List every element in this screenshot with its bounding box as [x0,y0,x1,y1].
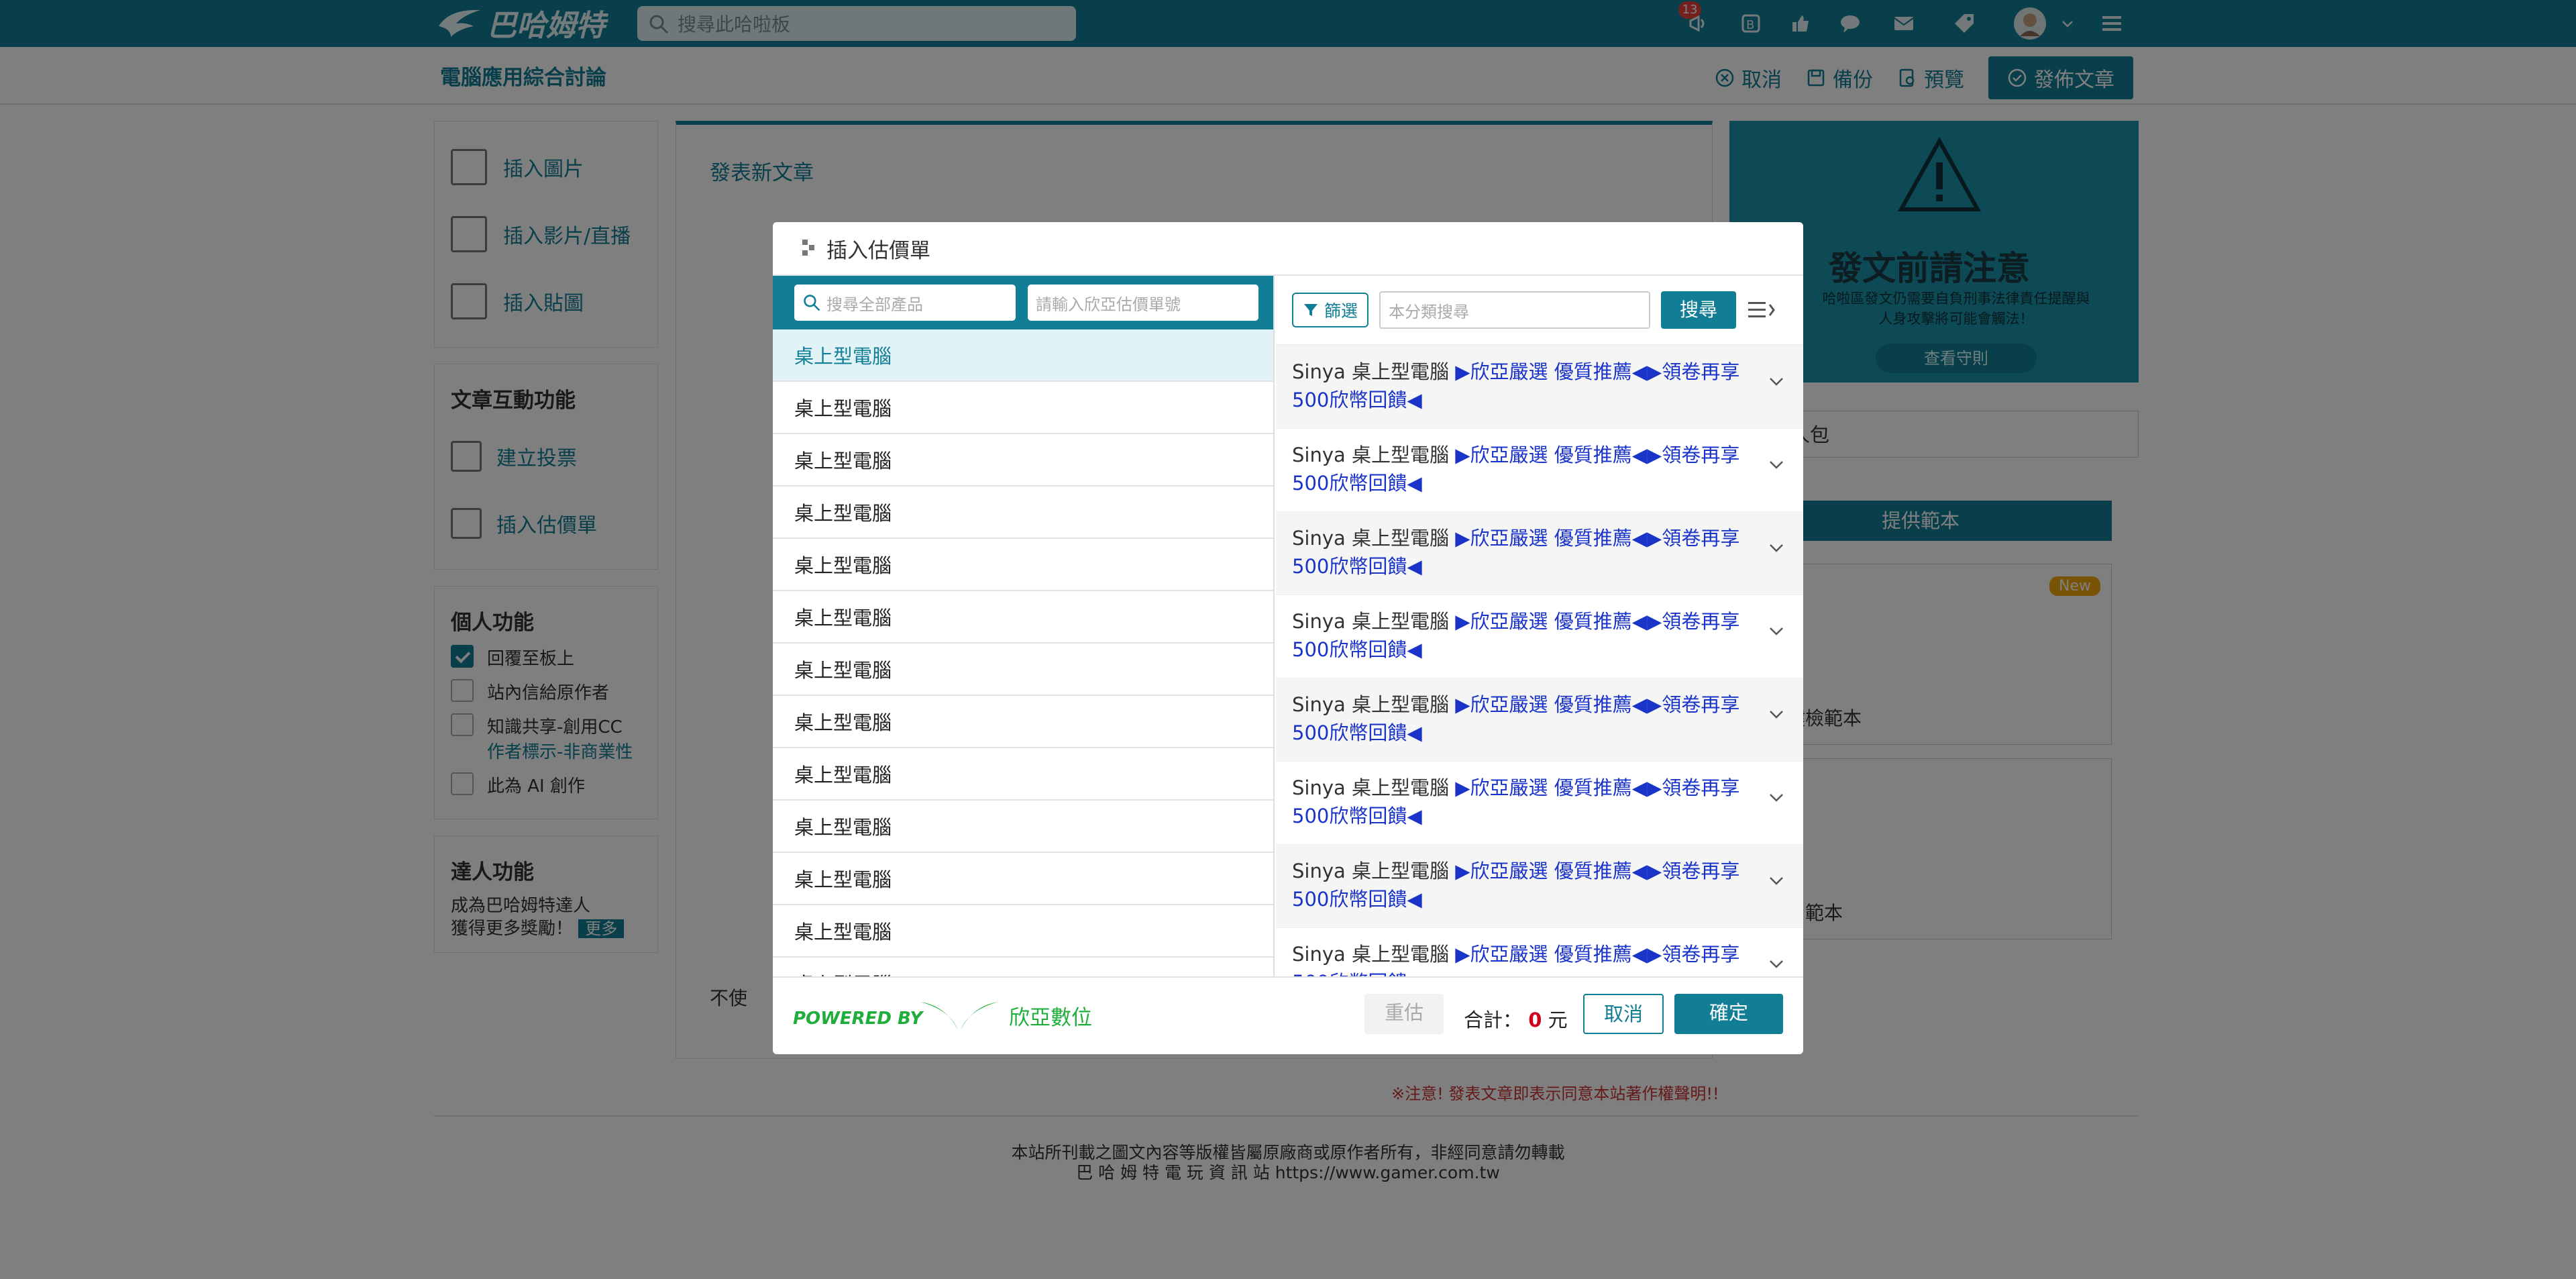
powered-by-label: POWERED BY [793,1009,923,1029]
modal-footer: POWERED BY 欣亞數位 重估 合計： 0 元 取消 確定 [773,976,1803,1054]
category-item[interactable]: 桌上型電腦 [773,644,1273,696]
brand-wings-icon [920,1002,998,1030]
category-search-placeholder: 本分類搜尋 [1389,302,1470,321]
modal-confirm-button[interactable]: 確定 [1674,994,1783,1034]
product-item[interactable]: Sinya 桌上型電腦 ▶欣亞嚴選 優質推薦◀▶領卷再享500欣幣回饋◀ [1276,512,1803,595]
chevron-down-icon[interactable] [1768,792,1784,803]
product-name: Sinya 桌上型電腦 [1292,527,1456,550]
total-label: 合計： [1464,1009,1523,1031]
category-item[interactable]: 桌上型電腦 [773,539,1273,591]
category-item[interactable]: 桌上型電腦 [773,801,1273,853]
brand-name: 欣亞數位 [1009,1005,1092,1030]
chevron-down-icon[interactable] [1768,709,1784,720]
total-unit: 元 [1548,1009,1568,1031]
total-value: 0 [1528,1009,1542,1031]
chevron-down-icon[interactable] [1768,626,1784,637]
category-item[interactable]: 桌上型電腦 [773,382,1273,434]
filter-label: 篩選 [1324,301,1358,321]
product-name: Sinya 桌上型電腦 [1292,776,1456,799]
quote-grid-icon [802,240,814,256]
chevron-down-icon[interactable] [1768,376,1784,387]
quote-number-placeholder: 請輸入欣亞估價單號 [1036,295,1181,314]
chevron-down-icon[interactable] [1768,460,1784,470]
category-panel: 搜尋全部產品 請輸入欣亞估價單號 桌上型電腦 桌上型電腦 桌上型電腦 桌上型電腦… [773,276,1275,976]
product-item[interactable]: Sinya 桌上型電腦 ▶欣亞嚴選 優質推薦◀▶領卷再享500欣幣回饋◀ [1276,762,1803,845]
category-item[interactable]: 桌上型電腦 [773,748,1273,801]
product-name: Sinya 桌上型電腦 [1292,360,1456,383]
chevron-down-icon[interactable] [1768,876,1784,886]
product-search-placeholder: 搜尋全部產品 [826,295,923,314]
total-display: 合計： 0 元 [1464,1005,1568,1033]
product-item[interactable]: Sinya 桌上型電腦 ▶欣亞嚴選 優質推薦◀▶領卷再享500欣幣回饋◀ [1276,845,1803,928]
search-button[interactable]: 搜尋 [1661,291,1737,329]
reset-button[interactable]: 重估 [1364,994,1444,1034]
category-item[interactable]: 桌上型電腦 [773,853,1273,905]
product-panel: 篩選 本分類搜尋 搜尋 Sinya 桌上型電腦 ▶欣亞嚴選 優質推薦◀▶領卷再享… [1276,276,1803,976]
category-item[interactable]: 桌上型電腦 [773,329,1273,382]
category-item[interactable]: 桌上型電腦 [773,487,1273,539]
list-toggle-icon[interactable] [1747,299,1776,321]
product-list: Sinya 桌上型電腦 ▶欣亞嚴選 優質推薦◀▶領卷再享500欣幣回饋◀ Sin… [1276,346,1803,976]
product-item[interactable]: Sinya 桌上型電腦 ▶欣亞嚴選 優質推薦◀▶領卷再享500欣幣回饋◀ [1276,429,1803,512]
insert-quote-modal: 插入估價單 搜尋全部產品 請輸入欣亞估價單號 桌上型電腦 桌上型電腦 桌上型電腦… [773,222,1803,1054]
product-item[interactable]: Sinya 桌上型電腦 ▶欣亞嚴選 優質推薦◀▶領卷再享500欣幣回饋◀ [1276,678,1803,762]
category-item[interactable]: 桌上型電腦 [773,905,1273,958]
brand-logo: 欣亞數位 [919,996,1092,1034]
product-item[interactable]: Sinya 桌上型電腦 ▶欣亞嚴選 優質推薦◀▶領卷再享500欣幣回饋◀ [1276,928,1803,976]
product-search-bar: 篩選 本分類搜尋 搜尋 [1276,276,1803,346]
product-name: Sinya 桌上型電腦 [1292,693,1456,716]
product-item[interactable]: Sinya 桌上型電腦 ▶欣亞嚴選 優質推薦◀▶領卷再享500欣幣回饋◀ [1276,595,1803,678]
filter-icon [1304,304,1318,316]
product-name: Sinya 桌上型電腦 [1292,444,1456,466]
category-item[interactable]: 桌上型電腦 [773,591,1273,644]
product-name: Sinya 桌上型電腦 [1292,610,1456,633]
modal-cancel-button[interactable]: 取消 [1583,994,1664,1034]
category-item[interactable]: 桌上型電腦 [773,434,1273,487]
chevron-down-icon[interactable] [1768,959,1784,970]
product-search-input[interactable]: 搜尋全部產品 [794,285,1016,321]
search-icon [804,295,820,311]
quote-number-input[interactable]: 請輸入欣亞估價單號 [1028,285,1258,321]
product-name: Sinya 桌上型電腦 [1292,860,1456,882]
modal-header: 插入估價單 [773,222,1803,276]
category-search-input[interactable]: 本分類搜尋 [1379,291,1651,329]
chevron-down-icon[interactable] [1768,543,1784,554]
category-search-bar: 搜尋全部產品 請輸入欣亞估價單號 [773,276,1273,329]
product-name: Sinya 桌上型電腦 [1292,943,1456,966]
filter-button[interactable]: 篩選 [1292,293,1369,327]
category-item[interactable]: 桌上型電腦 [773,958,1273,976]
category-item[interactable]: 桌上型電腦 [773,696,1273,748]
modal-title: 插入估價單 [826,238,930,263]
product-item[interactable]: Sinya 桌上型電腦 ▶欣亞嚴選 優質推薦◀▶領卷再享500欣幣回饋◀ [1276,346,1803,429]
